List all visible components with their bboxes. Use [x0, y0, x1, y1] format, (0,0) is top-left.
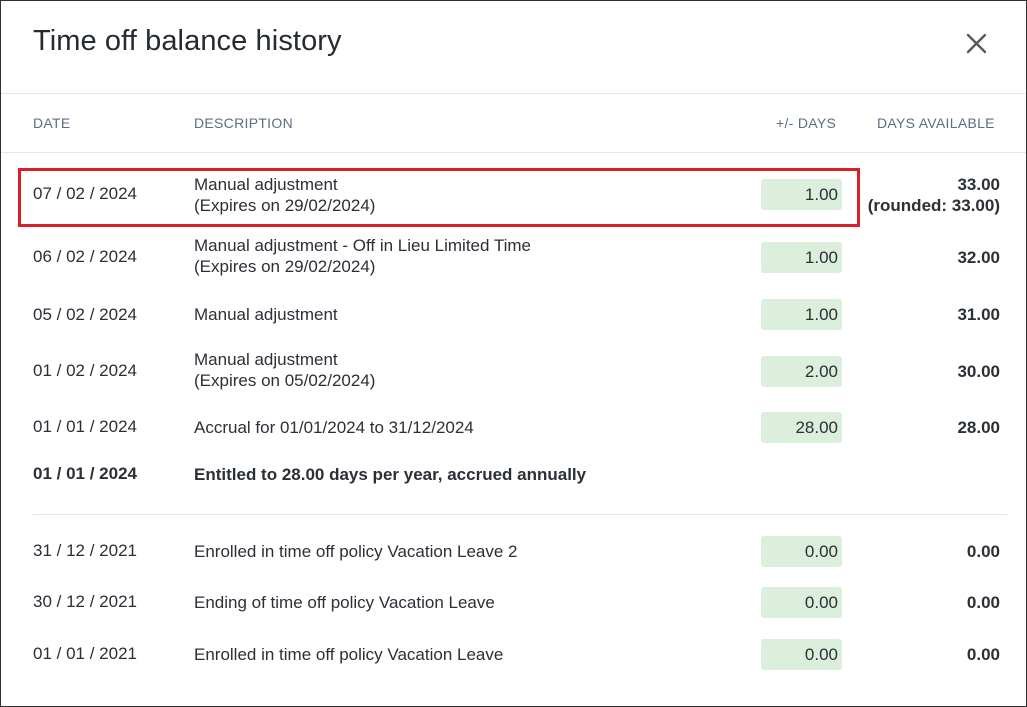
table-row: 07 / 02 / 2024 Manual adjustment (Expire… [1, 171, 1026, 219]
row-description-expiry: (Expires on 29/02/2024) [194, 196, 376, 215]
row-description-expiry: (Expires on 05/02/2024) [194, 371, 376, 390]
row-description: Accrual for 01/01/2024 to 31/12/2024 [194, 418, 474, 437]
days-delta-badge: 1.00 [761, 179, 842, 210]
row-description: Enrolled in time off policy Vacation Lea… [194, 542, 518, 561]
days-delta-badge: 0.00 [761, 639, 842, 670]
table-row: 01 / 01 / 2021 Enrolled in time off poli… [1, 638, 1026, 672]
row-date: 31 / 12 / 2021 [33, 541, 137, 560]
days-available: 0.00 [966, 645, 1000, 664]
column-header-days-available[interactable]: DAYS AVAILABLE [877, 115, 995, 131]
row-date: 05 / 02 / 2024 [33, 305, 137, 324]
days-delta-badge: 2.00 [761, 356, 842, 387]
row-date: 01 / 01 / 2024 [33, 464, 137, 483]
column-header-description[interactable]: DESCRIPTION [194, 115, 293, 131]
row-date: 06 / 02 / 2024 [33, 247, 137, 266]
table-row-entitlement: 01 / 01 / 2024 Entitled to 28.00 days pe… [1, 457, 1026, 491]
table-header: DATE DESCRIPTION +/- DAYS DAYS AVAILABLE [1, 94, 1026, 153]
days-available-rounded: (rounded: 33.00) [867, 196, 1000, 215]
days-available: 32.00 [957, 248, 1000, 267]
table-row: 01 / 01 / 2024 Accrual for 01/01/2024 to… [1, 411, 1026, 445]
time-off-balance-history-dialog: Time off balance history DATE DESCRIPTIO… [0, 0, 1027, 707]
row-date: 30 / 12 / 2021 [33, 592, 137, 611]
dialog-title: Time off balance history [33, 25, 342, 57]
table-row: 30 / 12 / 2021 Ending of time off policy… [1, 586, 1026, 620]
row-description: Manual adjustment [194, 305, 338, 324]
column-header-days-delta[interactable]: +/- DAYS [776, 115, 836, 131]
row-description: Manual adjustment - Off in Lieu Limited … [194, 235, 531, 277]
days-available: 30.00 [957, 362, 1000, 381]
row-description: Manual adjustment (Expires on 05/02/2024… [194, 349, 375, 391]
days-delta-badge: 0.00 [761, 587, 842, 618]
section-divider [33, 514, 1007, 515]
close-icon [966, 33, 987, 54]
row-date: 01 / 01 / 2021 [33, 644, 137, 663]
row-description-line: Manual adjustment - Off in Lieu Limited … [194, 236, 532, 255]
days-available: 0.00 [966, 593, 1000, 612]
days-delta-badge: 0.00 [761, 536, 842, 567]
row-description: Enrolled in time off policy Vacation Lea… [194, 645, 504, 664]
table-row: 31 / 12 / 2021 Enrolled in time off poli… [1, 535, 1026, 569]
table-row: 05 / 02 / 2024 Manual adjustment 1.00 31… [1, 298, 1026, 332]
row-description-line: Manual adjustment [194, 175, 338, 194]
row-date: 01 / 02 / 2024 [33, 361, 137, 380]
row-description: Ending of time off policy Vacation Leave [194, 593, 495, 612]
row-description: Entitled to 28.00 days per year, accrued… [194, 465, 587, 484]
table-row: 01 / 02 / 2024 Manual adjustment (Expire… [1, 347, 1026, 395]
row-description-expiry: (Expires on 29/02/2024) [194, 257, 376, 276]
days-available-value: 33.00 [957, 175, 1000, 194]
column-header-date[interactable]: DATE [33, 115, 71, 131]
row-date: 01 / 01 / 2024 [33, 417, 137, 436]
days-available: 0.00 [966, 542, 1000, 561]
close-button[interactable] [959, 27, 993, 61]
days-available: 33.00 (rounded: 33.00) [868, 174, 1000, 216]
row-description: Manual adjustment (Expires on 29/02/2024… [194, 174, 375, 216]
days-delta-badge: 28.00 [761, 412, 842, 443]
row-description-line: Manual adjustment [194, 350, 338, 369]
days-delta-badge: 1.00 [761, 242, 842, 273]
table-row: 06 / 02 / 2024 Manual adjustment - Off i… [1, 233, 1026, 281]
days-delta-badge: 1.00 [761, 299, 842, 330]
row-date: 07 / 02 / 2024 [33, 184, 137, 203]
dialog-header: Time off balance history [1, 1, 1026, 94]
days-available: 28.00 [957, 418, 1000, 437]
days-available: 31.00 [957, 305, 1000, 324]
